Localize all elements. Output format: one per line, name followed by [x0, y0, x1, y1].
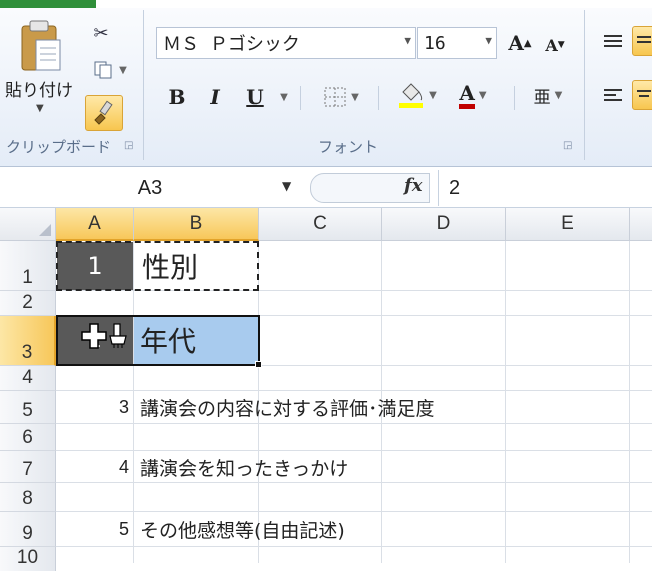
format-painter-icon: [94, 100, 113, 125]
font-divider: [514, 86, 515, 110]
clipboard-group-label: クリップボード: [6, 138, 112, 156]
select-all-icon: [39, 224, 51, 236]
border-button[interactable]: ▼: [314, 82, 368, 112]
font-name-combo[interactable]: ＭＳ Ｐゴシック ▼: [156, 27, 416, 59]
align-left-button[interactable]: [598, 80, 628, 110]
row-header-4[interactable]: 4: [0, 366, 56, 391]
cell-a5[interactable]: 3: [57, 391, 133, 424]
row-header-6[interactable]: 6: [0, 424, 56, 451]
chevron-down-icon[interactable]: ▼: [404, 34, 411, 47]
font-size-combo[interactable]: 16 ▼: [417, 27, 497, 59]
row-header-1[interactable]: 1: [0, 241, 56, 291]
insert-function-icon[interactable]: fx: [404, 175, 422, 196]
formula-input[interactable]: 2: [438, 170, 652, 206]
select-all-button[interactable]: [0, 208, 56, 241]
column-header-c[interactable]: C: [259, 208, 382, 241]
align-center-icon: [637, 90, 651, 97]
formula-bar: A3 ▼ fx 2: [0, 167, 652, 208]
shrink-font-icon: A: [545, 35, 558, 55]
tab-strip: [0, 0, 652, 8]
column-header-f[interactable]: [630, 208, 652, 241]
row-header-5[interactable]: 5: [0, 391, 56, 424]
font-divider: [300, 86, 301, 110]
brush-cursor-icon: [81, 323, 127, 349]
align-top-icon: [604, 35, 622, 47]
copy-dropdown-icon[interactable]: ▼: [119, 65, 127, 76]
paste-button-label[interactable]: 貼り付け: [5, 76, 73, 101]
font-name-value: ＭＳ Ｐゴシック: [163, 34, 300, 55]
font-group-label: フォント: [318, 138, 379, 156]
copy-marquee: [56, 241, 259, 291]
align-center-button[interactable]: [632, 80, 652, 110]
font-color-icon: A: [459, 82, 475, 109]
align-middle-icon: [637, 36, 651, 43]
font-launcher-icon[interactable]: ◲: [563, 140, 572, 151]
paste-dropdown-icon[interactable]: ▼: [36, 103, 44, 114]
cell-b9[interactable]: その他感想等(自由記述): [134, 512, 534, 547]
format-painter-button[interactable]: [85, 95, 123, 131]
fill-color-button[interactable]: ▼: [392, 80, 442, 110]
row-header-8[interactable]: 8: [0, 483, 56, 512]
grow-font-button[interactable]: A ▲: [505, 28, 535, 58]
column-header-d[interactable]: D: [382, 208, 506, 241]
copy-button[interactable]: ▼: [86, 55, 134, 85]
column-header-b[interactable]: B: [134, 208, 259, 241]
clipboard-launcher-icon[interactable]: ◲: [124, 140, 133, 151]
worksheet-grid[interactable]: A B C D E 1 2 3 4 5 6 7 8 9 10 1 性別 2 年代…: [0, 208, 652, 571]
underline-dropdown-icon[interactable]: ▼: [272, 82, 292, 112]
row-header-9[interactable]: 9: [0, 512, 56, 547]
phonetic-icon: 亜: [533, 87, 551, 108]
column-header-e[interactable]: E: [506, 208, 630, 241]
group-divider: [143, 10, 144, 160]
cut-icon[interactable]: ✂: [84, 18, 118, 48]
font-size-value: 16: [424, 32, 446, 54]
bold-button[interactable]: B: [162, 82, 192, 112]
row-header-2[interactable]: 2: [0, 291, 56, 316]
font-color-button[interactable]: A ▼: [448, 80, 498, 110]
cell-b5[interactable]: 講演会の内容に対する評価･満足度: [134, 391, 634, 424]
fill-handle[interactable]: [255, 361, 262, 368]
cell-a7[interactable]: 4: [57, 451, 133, 483]
chevron-down-icon[interactable]: ▼: [485, 34, 492, 47]
underline-button[interactable]: U: [240, 82, 270, 112]
shrink-font-button[interactable]: A ▼: [540, 30, 570, 60]
name-box[interactable]: A3: [0, 171, 300, 205]
column-header-a[interactable]: A: [56, 208, 134, 241]
paste-icon[interactable]: [18, 18, 64, 74]
ribbon: 貼り付け ▼ ✂ ▼ クリップボード ◲ ＭＳ Ｐゴシック ▼ 16 ▼ A ▲ …: [0, 0, 652, 167]
border-icon: [324, 87, 346, 107]
font-divider: [378, 86, 379, 110]
name-box-dropdown-icon[interactable]: ▼: [282, 179, 291, 193]
row-header-3[interactable]: 3: [0, 316, 56, 366]
copy-icon: [94, 61, 112, 79]
align-middle-button[interactable]: [632, 26, 652, 56]
cell-b7[interactable]: 講演会を知ったきっかけ: [134, 451, 534, 483]
phonetic-guide-button[interactable]: 亜 ▼: [524, 80, 572, 110]
align-left-icon: [604, 89, 622, 101]
row-header-7[interactable]: 7: [0, 451, 56, 483]
group-divider: [584, 10, 585, 160]
italic-button[interactable]: I: [200, 82, 230, 112]
align-top-button[interactable]: [598, 26, 628, 56]
row-header-10[interactable]: 10: [0, 547, 56, 571]
file-tab[interactable]: [0, 0, 96, 8]
fill-color-icon: [399, 83, 424, 108]
cell-a9[interactable]: 5: [57, 512, 133, 547]
grow-font-icon: A: [508, 31, 524, 55]
